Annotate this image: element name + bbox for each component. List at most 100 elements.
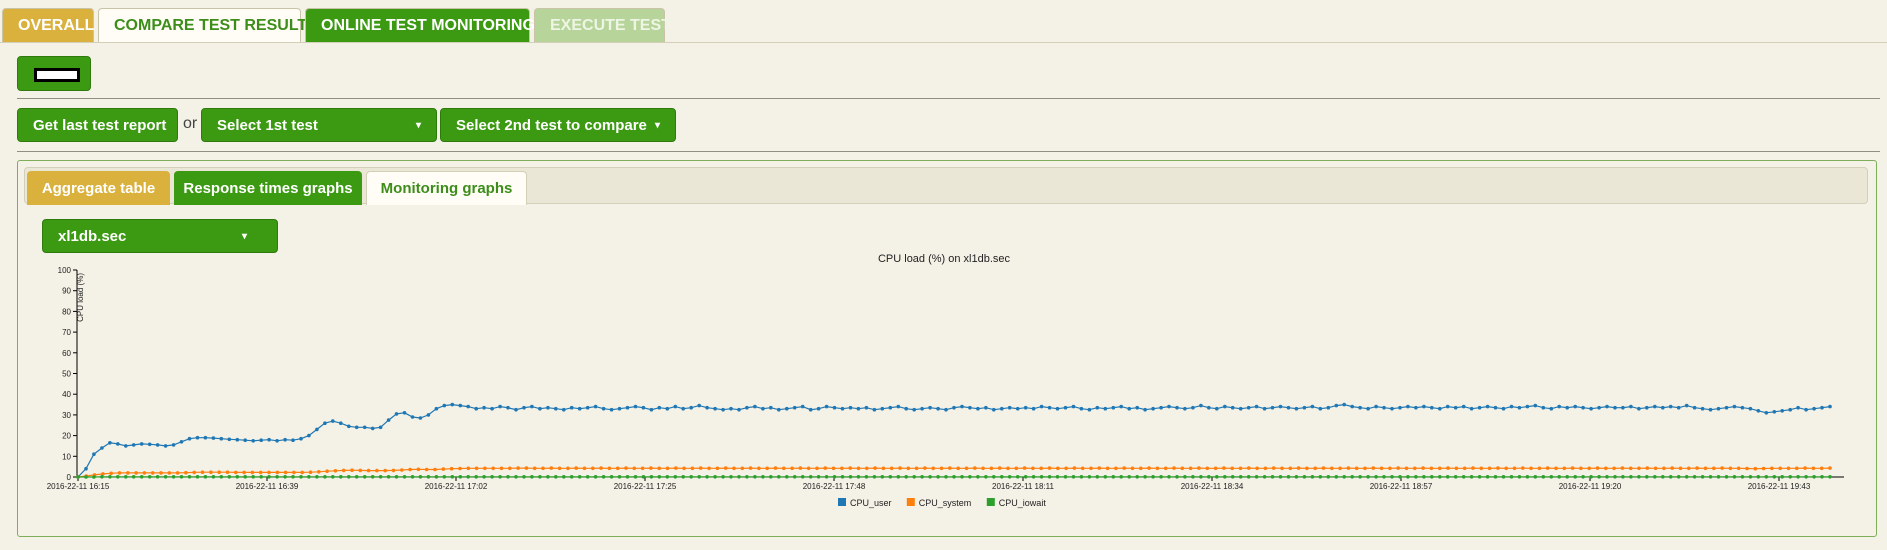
data-point-cpu-iowait bbox=[968, 475, 972, 479]
data-point-cpu-user bbox=[1254, 404, 1259, 409]
data-point-cpu-user bbox=[1382, 405, 1386, 410]
data-point-cpu-system bbox=[524, 466, 529, 470]
data-point-cpu-iowait bbox=[195, 475, 200, 479]
data-point-cpu-system bbox=[557, 466, 562, 471]
data-point-cpu-system bbox=[1421, 466, 1425, 470]
data-point-cpu-system bbox=[1487, 466, 1492, 471]
data-point-cpu-user bbox=[641, 405, 646, 410]
data-point-cpu-system bbox=[499, 466, 504, 471]
tab-execute-test[interactable]: EXECUTE TEST bbox=[534, 8, 671, 42]
data-point-cpu-user bbox=[554, 406, 558, 411]
data-point-cpu-iowait bbox=[187, 475, 192, 479]
tab-overall[interactable]: OVERALL bbox=[2, 8, 94, 42]
data-point-cpu-user bbox=[386, 418, 391, 422]
data-point-cpu-system bbox=[1296, 466, 1301, 470]
data-point-cpu-user bbox=[896, 404, 901, 409]
data-point-cpu-iowait bbox=[1143, 475, 1147, 479]
data-point-cpu-iowait bbox=[1700, 475, 1705, 479]
data-point-cpu-user bbox=[1661, 405, 1665, 410]
data-point-cpu-user bbox=[1007, 405, 1012, 410]
data-point-cpu-iowait bbox=[721, 475, 725, 479]
data-point-cpu-system bbox=[242, 470, 246, 475]
data-point-cpu-system bbox=[267, 470, 271, 475]
data-point-cpu-user bbox=[952, 405, 956, 410]
x-tick-label: 2016-22-11 19:43 bbox=[1748, 482, 1811, 491]
data-point-cpu-iowait bbox=[1358, 475, 1362, 479]
data-point-cpu-user bbox=[769, 405, 773, 410]
data-point-cpu-user bbox=[968, 405, 972, 410]
data-point-cpu-iowait bbox=[625, 475, 630, 479]
data-point-cpu-user bbox=[155, 443, 160, 447]
data-point-cpu-user bbox=[1167, 404, 1171, 409]
data-point-cpu-iowait bbox=[1071, 475, 1076, 479]
select-first-test-dropdown[interactable]: Select 1st test ▾ bbox=[201, 108, 437, 142]
data-point-cpu-iowait bbox=[92, 475, 96, 479]
data-point-cpu-iowait bbox=[466, 475, 471, 479]
data-point-cpu-iowait bbox=[315, 475, 319, 479]
get-last-report-button[interactable]: Get last test report bbox=[17, 108, 178, 142]
data-point-cpu-system bbox=[1645, 466, 1650, 470]
data-point-cpu-iowait bbox=[1565, 475, 1569, 479]
data-point-cpu-user bbox=[1605, 404, 1609, 409]
data-point-cpu-system bbox=[657, 466, 661, 471]
data-point-cpu-iowait bbox=[522, 475, 526, 479]
data-point-cpu-iowait bbox=[753, 475, 757, 479]
data-point-cpu-user bbox=[1597, 405, 1601, 410]
data-point-cpu-iowait bbox=[1653, 475, 1657, 479]
data-point-cpu-iowait bbox=[1509, 475, 1514, 479]
data-point-cpu-iowait bbox=[912, 475, 916, 479]
data-point-cpu-system bbox=[1570, 466, 1575, 470]
data-point-cpu-system bbox=[690, 466, 695, 471]
data-point-cpu-system bbox=[225, 470, 230, 475]
data-point-cpu-system bbox=[566, 466, 570, 471]
data-point-cpu-system bbox=[931, 466, 935, 471]
tab-compare-test-results[interactable]: COMPARE TEST RESULTS bbox=[98, 8, 318, 42]
data-point-cpu-iowait bbox=[354, 475, 359, 479]
data-point-cpu-iowait bbox=[434, 475, 439, 479]
data-point-cpu-user bbox=[538, 406, 542, 411]
data-point-cpu-user bbox=[426, 413, 431, 417]
data-point-cpu-user bbox=[362, 425, 367, 430]
data-point-cpu-system bbox=[1139, 466, 1143, 471]
data-point-cpu-system bbox=[192, 470, 196, 475]
data-point-cpu-iowait bbox=[641, 475, 646, 479]
data-point-cpu-iowait bbox=[1469, 475, 1474, 479]
data-point-cpu-iowait bbox=[259, 475, 263, 479]
data-point-cpu-iowait bbox=[729, 475, 733, 479]
data-point-cpu-iowait bbox=[569, 475, 574, 479]
data-point-cpu-user bbox=[936, 406, 940, 411]
data-point-cpu-system bbox=[1587, 466, 1591, 471]
data-point-cpu-iowait bbox=[896, 475, 901, 479]
data-point-cpu-user bbox=[976, 406, 980, 411]
data-point-cpu-iowait bbox=[410, 475, 415, 479]
data-point-cpu-system bbox=[856, 466, 861, 471]
data-point-cpu-system bbox=[1006, 466, 1010, 471]
data-point-cpu-system bbox=[640, 466, 645, 471]
data-point-cpu-iowait bbox=[458, 475, 463, 479]
data-point-cpu-system bbox=[325, 469, 329, 474]
data-point-cpu-iowait bbox=[163, 475, 168, 479]
data-point-cpu-system bbox=[532, 466, 537, 471]
data-point-cpu-user bbox=[283, 437, 287, 442]
data-point-cpu-system bbox=[1039, 466, 1043, 471]
tab-online-test-monitoring[interactable]: ONLINE TEST MONITORING bbox=[305, 8, 535, 42]
data-point-cpu-iowait bbox=[673, 475, 678, 479]
data-point-cpu-iowait bbox=[1063, 475, 1068, 479]
data-point-cpu-iowait bbox=[1334, 475, 1339, 479]
data-point-cpu-iowait bbox=[1103, 475, 1108, 479]
data-point-cpu-user bbox=[1103, 406, 1108, 411]
select-second-test-dropdown[interactable]: Select 2nd test to compare ▾ bbox=[440, 108, 676, 142]
data-point-cpu-user bbox=[514, 407, 518, 412]
data-point-cpu-iowait bbox=[394, 475, 399, 479]
data-point-cpu-iowait bbox=[562, 475, 566, 479]
data-point-cpu-user bbox=[1780, 409, 1784, 413]
redacted-project-button[interactable] bbox=[17, 56, 91, 91]
data-point-cpu-iowait bbox=[538, 475, 542, 479]
data-point-cpu-iowait bbox=[1223, 475, 1227, 479]
data-point-cpu-system bbox=[732, 466, 736, 471]
data-point-cpu-user bbox=[1812, 406, 1816, 411]
data-point-cpu-system bbox=[1695, 466, 1699, 470]
data-point-cpu-system bbox=[831, 466, 836, 471]
data-point-cpu-iowait bbox=[1621, 475, 1625, 479]
data-point-cpu-user bbox=[1509, 404, 1514, 409]
